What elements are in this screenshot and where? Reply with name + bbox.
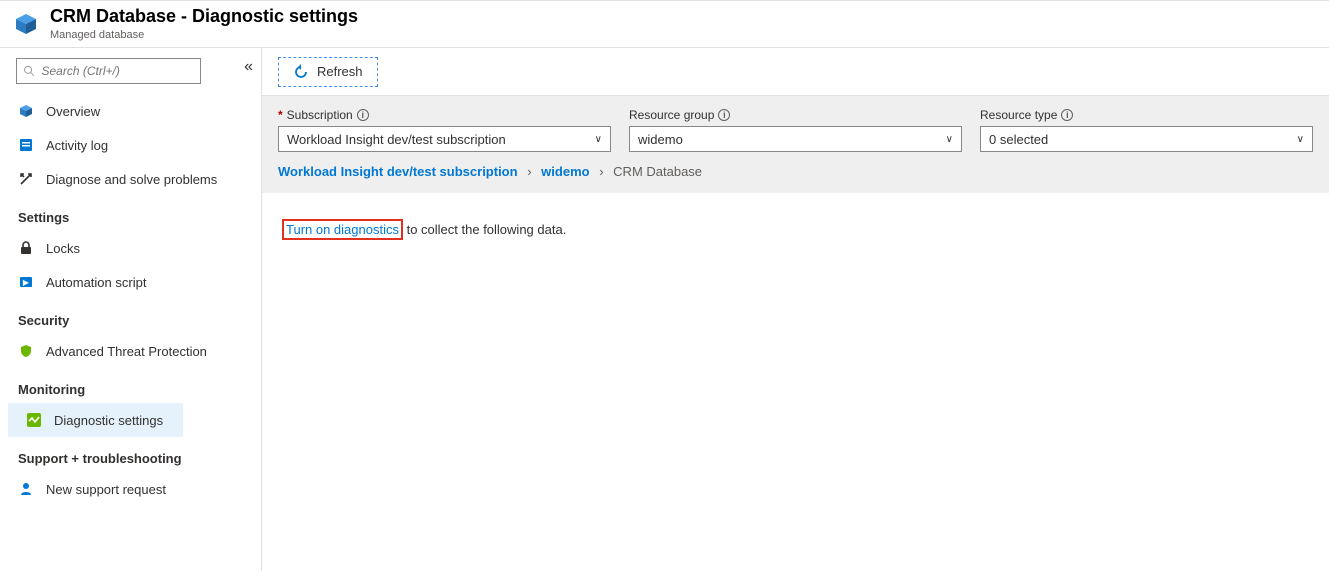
diagnostic-settings-icon [26, 412, 42, 428]
sidebar-heading-support: Support + troubleshooting [0, 437, 261, 472]
activity-log-icon [18, 137, 34, 153]
turn-on-diagnostics-link[interactable]: Turn on diagnostics [286, 222, 399, 237]
filter-label-text: Resource type [980, 108, 1057, 122]
filter-resource-type: Resource type i 0 selected ∨ [980, 108, 1313, 152]
sidebar-item-activity-log[interactable]: Activity log [0, 128, 261, 162]
sidebar-item-label: Overview [46, 104, 100, 119]
sidebar-item-locks[interactable]: Locks [0, 231, 261, 265]
support-request-icon [18, 481, 34, 497]
subscription-select[interactable]: Workload Insight dev/test subscription ∨ [278, 126, 611, 152]
search-input[interactable] [41, 64, 194, 78]
sidebar: « Overview Activity log Diagnose and sol… [0, 48, 262, 571]
chevron-down-icon: ∨ [946, 134, 953, 145]
search-icon [23, 64, 35, 78]
sidebar-heading-monitoring: Monitoring [0, 368, 261, 403]
select-value: Workload Insight dev/test subscription [287, 132, 506, 147]
svg-text:▶: ▶ [23, 278, 30, 287]
filter-label-text: Resource group [629, 108, 714, 122]
diagnose-icon [18, 171, 34, 187]
refresh-button[interactable]: Refresh [278, 57, 378, 87]
sidebar-item-advanced-threat-protection[interactable]: Advanced Threat Protection [0, 334, 261, 368]
sidebar-item-label: Locks [46, 241, 80, 256]
content-rest-text: to collect the following data. [403, 222, 566, 237]
info-icon[interactable]: i [718, 109, 730, 121]
automation-script-icon: ▶ [18, 274, 34, 290]
sidebar-item-label: Automation script [46, 275, 146, 290]
breadcrumb-separator: › [599, 164, 603, 179]
select-value: widemo [638, 132, 683, 147]
sidebar-item-label: Diagnostic settings [54, 413, 163, 428]
refresh-icon [293, 64, 309, 80]
database-cube-icon [14, 12, 38, 36]
chevron-down-icon: ∨ [595, 134, 602, 145]
breadcrumb-subscription[interactable]: Workload Insight dev/test subscription [278, 164, 518, 179]
sidebar-heading-settings: Settings [0, 196, 261, 231]
select-value: 0 selected [989, 132, 1048, 147]
sidebar-item-new-support-request[interactable]: New support request [0, 472, 261, 506]
sidebar-search[interactable] [16, 58, 201, 84]
sidebar-item-label: Advanced Threat Protection [46, 344, 207, 359]
page-header: CRM Database - Diagnostic settings Manag… [0, 0, 1329, 48]
filter-resource-group: Resource group i widemo ∨ [629, 108, 962, 152]
filter-label-text: Subscription [287, 108, 353, 122]
toolbar: Refresh [262, 48, 1329, 96]
lock-icon [18, 240, 34, 256]
chevron-down-icon: ∨ [1297, 134, 1304, 145]
sidebar-item-overview[interactable]: Overview [0, 94, 261, 128]
breadcrumb-separator: › [527, 164, 531, 179]
highlight-annotation: Turn on diagnostics [282, 219, 403, 240]
collapse-sidebar-icon[interactable]: « [244, 58, 253, 76]
sidebar-item-label: New support request [46, 482, 166, 497]
resource-group-select[interactable]: widemo ∨ [629, 126, 962, 152]
sidebar-item-diagnostic-settings[interactable]: Diagnostic settings [8, 403, 183, 437]
filter-subscription: * Subscription i Workload Insight dev/te… [278, 108, 611, 152]
info-icon[interactable]: i [1061, 109, 1073, 121]
main-panel: Refresh * Subscription i Workload Insigh… [262, 48, 1329, 571]
page-subtitle: Managed database [50, 29, 358, 41]
content-area: Turn on diagnostics to collect the follo… [262, 193, 1329, 266]
resource-type-select[interactable]: 0 selected ∨ [980, 126, 1313, 152]
breadcrumb-resource-group[interactable]: widemo [541, 164, 589, 179]
page-title: CRM Database - Diagnostic settings [50, 7, 358, 27]
overview-icon [18, 103, 34, 119]
refresh-label: Refresh [317, 64, 363, 79]
sidebar-item-automation-script[interactable]: ▶ Automation script [0, 265, 261, 299]
required-indicator: * [278, 108, 283, 122]
sidebar-item-label: Diagnose and solve problems [46, 172, 217, 187]
sidebar-item-diagnose[interactable]: Diagnose and solve problems [0, 162, 261, 196]
sidebar-item-label: Activity log [46, 138, 108, 153]
sidebar-heading-security: Security [0, 299, 261, 334]
breadcrumb: Workload Insight dev/test subscription ›… [278, 164, 1313, 179]
filters-bar: * Subscription i Workload Insight dev/te… [262, 96, 1329, 193]
breadcrumb-current: CRM Database [613, 164, 702, 179]
shield-icon [18, 343, 34, 359]
info-icon[interactable]: i [357, 109, 369, 121]
highlight-annotation: Diagnostic settings [8, 403, 183, 437]
